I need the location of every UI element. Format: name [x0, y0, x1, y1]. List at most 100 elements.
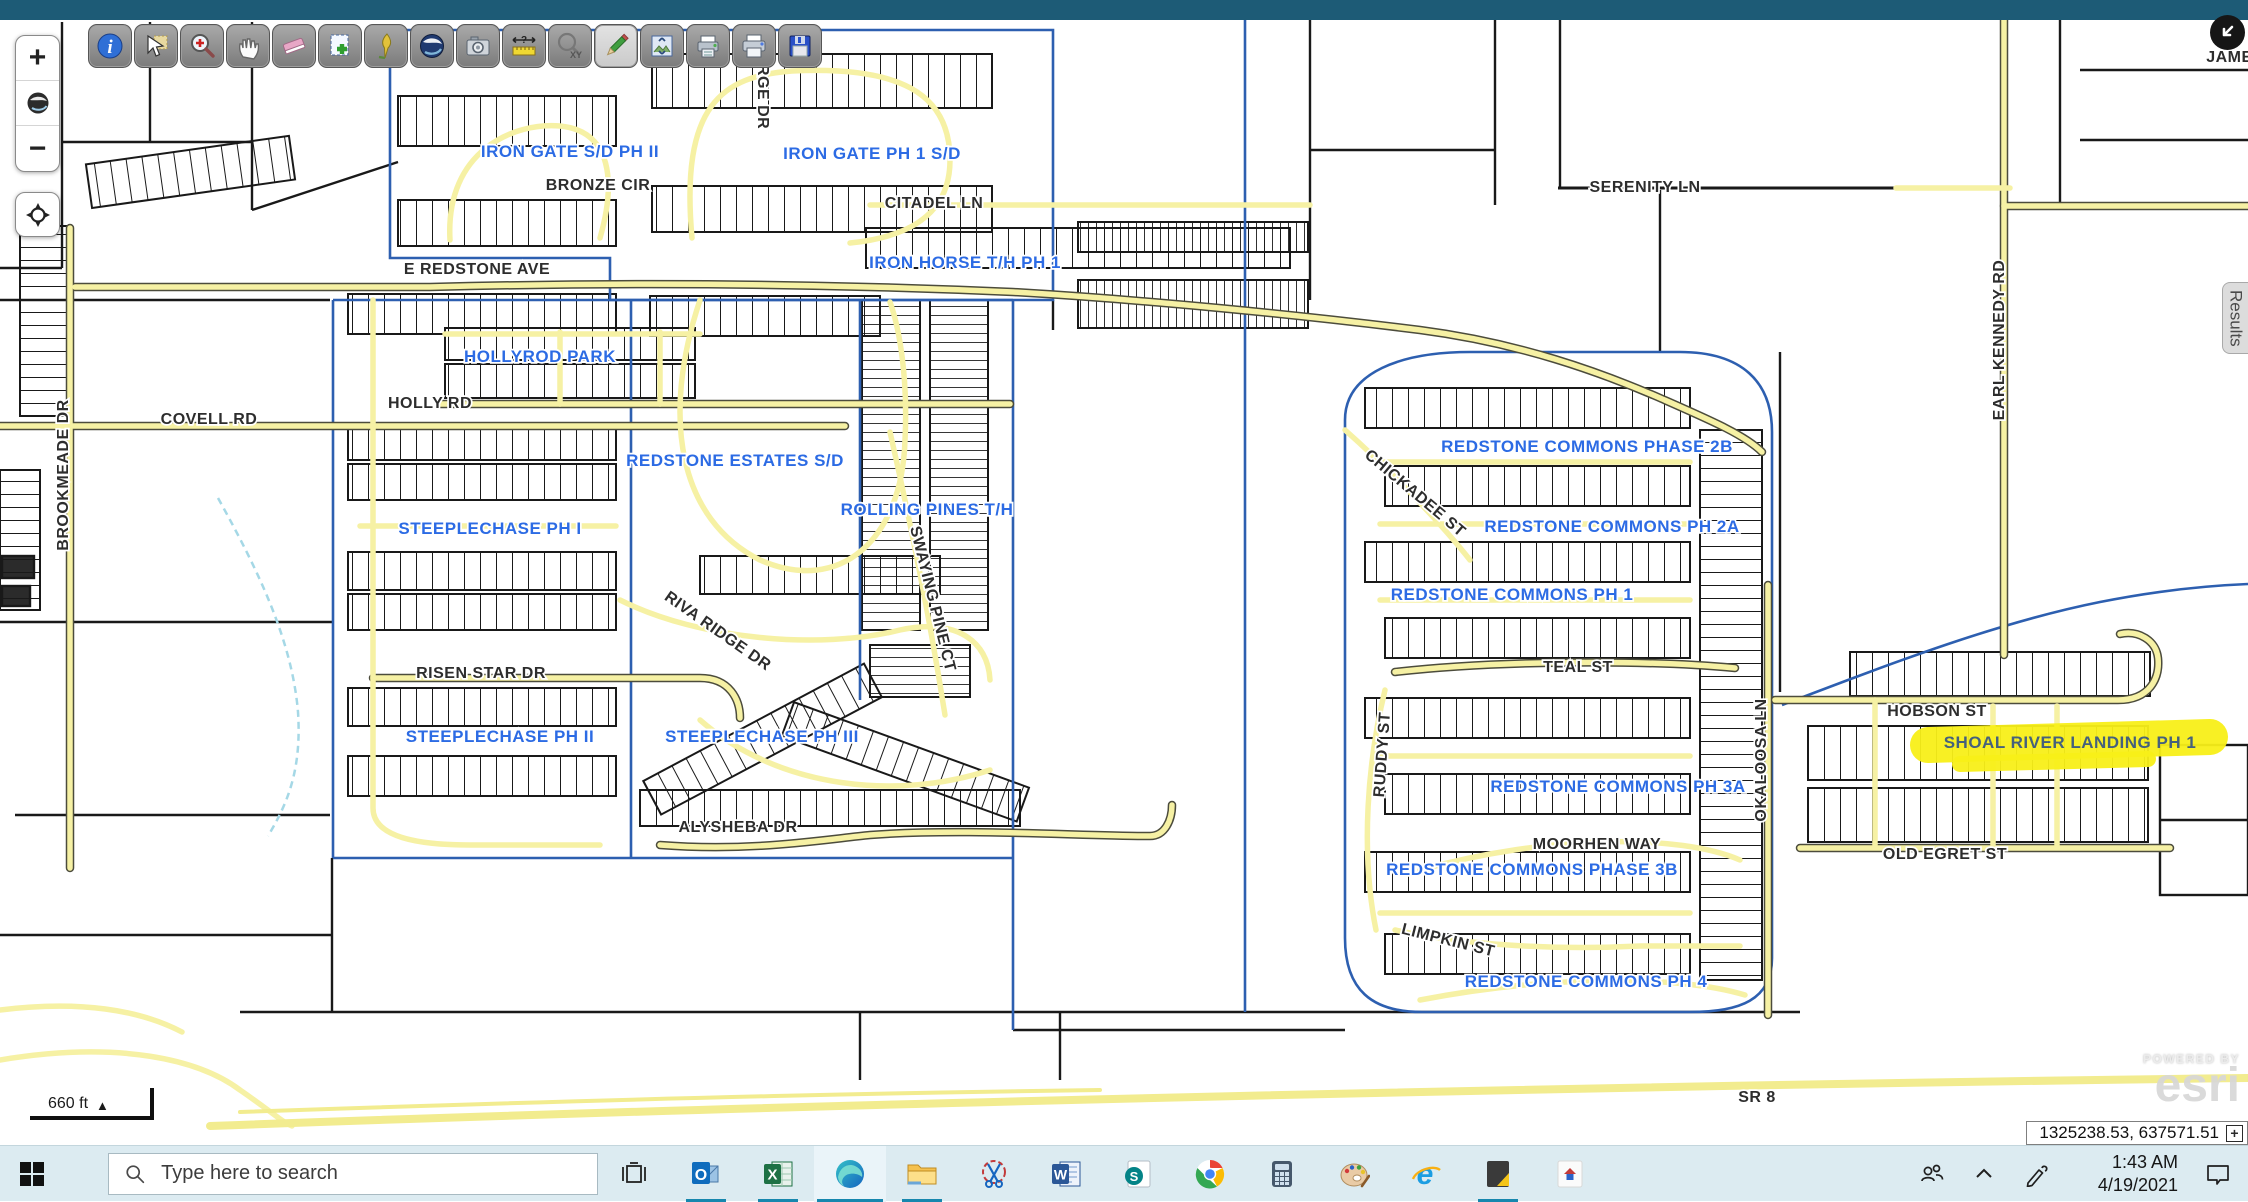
identify-button[interactable]: i	[88, 24, 132, 68]
app-light-home[interactable]	[1534, 1146, 1606, 1202]
zoom-out-control[interactable]: −	[16, 126, 59, 171]
export-image-button[interactable]	[640, 24, 684, 68]
zoom-in-button[interactable]	[180, 24, 224, 68]
task-view-button[interactable]	[598, 1146, 670, 1202]
app-internet-explorer[interactable]: e	[1390, 1146, 1462, 1202]
globe-view-button[interactable]	[410, 24, 454, 68]
screenshot-button[interactable]	[456, 24, 500, 68]
svg-text:X: X	[767, 1166, 777, 1183]
snipping-tool-icon	[978, 1158, 1010, 1190]
label-steeplechase-1: STEEPLECHASE PH I	[398, 519, 581, 538]
app-excel[interactable]: X	[742, 1146, 814, 1202]
label-redstone-estates: REDSTONE ESTATES S/D	[626, 451, 844, 470]
label-teal-st: TEAL ST	[1543, 659, 1613, 676]
task-view-icon	[621, 1161, 647, 1187]
windows-ink-pen-icon[interactable]	[2022, 1161, 2048, 1187]
zoom-to-xy-button[interactable]: XY	[548, 24, 592, 68]
results-tab[interactable]: Results	[2222, 282, 2248, 354]
printer-map-icon	[693, 31, 723, 61]
roads-yellow	[0, 20, 2248, 1126]
ie-icon: e	[1409, 1157, 1443, 1191]
app-sharepoint[interactable]: S	[1102, 1146, 1174, 1202]
app-chrome[interactable]	[1174, 1146, 1246, 1202]
app-file-explorer[interactable]	[886, 1146, 958, 1202]
label-commons-3b: REDSTONE COMMONS PHASE 3B	[1386, 860, 1678, 879]
edge-icon	[833, 1157, 867, 1191]
parcel-outlines	[0, 20, 2248, 1080]
sr8-road	[210, 1078, 2248, 1126]
label-citadel-ln: CITADEL LN	[885, 195, 984, 212]
zoom-in-icon	[187, 31, 217, 61]
pan-button[interactable]	[226, 24, 270, 68]
outlook-icon: O	[690, 1158, 722, 1190]
taskbar-clock[interactable]: 1:43 AM 4/19/2021	[2074, 1151, 2178, 1196]
label-holly-rd: HOLLY RD	[388, 395, 472, 412]
print-button[interactable]	[732, 24, 776, 68]
results-tab-label: Results	[2226, 290, 2246, 347]
image-extent-icon	[647, 31, 677, 61]
label-steeplechase-2: STEEPLECHASE PH II	[406, 727, 594, 746]
select-by-rectangle-button[interactable]	[134, 24, 178, 68]
sharepoint-icon: S	[1122, 1158, 1154, 1190]
draw-button[interactable]	[594, 24, 638, 68]
svg-text:?: ?	[521, 35, 527, 46]
print-preview-button[interactable]	[686, 24, 730, 68]
roads-casing	[0, 20, 2248, 1015]
label-old-egret-st: OLD EGRET ST	[1883, 846, 2007, 863]
coordinates-expand-button[interactable]: +	[2226, 1125, 2243, 1142]
label-serenity-ln: SERENITY LN	[1590, 179, 1701, 196]
excel-icon: X	[762, 1158, 794, 1190]
chevron-up-icon[interactable]	[1972, 1162, 1996, 1186]
app-snipping-tool[interactable]	[958, 1146, 1030, 1202]
app-dark-notes[interactable]	[1462, 1146, 1534, 1202]
save-button[interactable]	[778, 24, 822, 68]
plus-glyph: +	[2230, 1126, 2238, 1140]
erase-button[interactable]	[272, 24, 316, 68]
label-commons-2a: REDSTONE COMMONS PH 2A	[1484, 517, 1739, 536]
subdivision-labels: IRON GATE S/D PH II IRON GATE PH 1 S/D I…	[398, 142, 2196, 991]
windows-logo-icon	[19, 1161, 45, 1187]
app-edge[interactable]	[814, 1146, 886, 1202]
label-commons-4: REDSTONE COMMONS PH 4	[1465, 972, 1708, 991]
zoom-panel: + −	[15, 35, 60, 172]
label-commons-2b: REDSTONE COMMONS PHASE 2B	[1441, 437, 1733, 456]
camera-icon	[463, 31, 493, 61]
pushpin-icon	[371, 31, 401, 61]
label-sr8: SR 8	[1738, 1089, 1776, 1106]
collapse-results-button[interactable]	[2210, 15, 2245, 50]
label-covell-rd: COVELL RD	[161, 411, 258, 428]
search-input[interactable]	[159, 1161, 582, 1186]
zoom-in-glyph: +	[29, 41, 47, 75]
app-paint[interactable]	[1318, 1146, 1390, 1202]
windows-taskbar: O X	[0, 1145, 2248, 1201]
taskbar-search[interactable]	[108, 1153, 598, 1195]
zoom-in-control[interactable]: +	[16, 36, 59, 81]
floppy-save-icon	[785, 31, 815, 61]
app-word[interactable]: W	[1030, 1146, 1102, 1202]
people-icon[interactable]	[1918, 1160, 1946, 1188]
select-cursor-icon	[141, 31, 171, 61]
search-icon	[124, 1162, 146, 1186]
placemark-button[interactable]	[364, 24, 408, 68]
pan-hand-icon	[233, 31, 263, 61]
file-explorer-icon	[905, 1157, 939, 1191]
label-commons-1: REDSTONE COMMONS PH 1	[1391, 585, 1634, 604]
app-outlook[interactable]: O	[670, 1146, 742, 1202]
app-calculator[interactable]	[1246, 1146, 1318, 1202]
home-extent-control[interactable]	[16, 81, 59, 126]
light-app-icon	[1555, 1159, 1585, 1189]
svg-text:O: O	[695, 1167, 707, 1184]
start-button[interactable]	[0, 1146, 64, 1202]
locate-button[interactable]	[15, 192, 60, 237]
add-selection-button[interactable]	[318, 24, 362, 68]
label-rolling-pines: ROLLING PINES T/H	[841, 500, 1014, 519]
svg-text:e: e	[1417, 1158, 1434, 1191]
label-steeplechase-3: STEEPLECHASE PH III	[665, 727, 859, 746]
action-center-icon[interactable]	[2204, 1160, 2232, 1188]
paint-icon	[1338, 1158, 1370, 1190]
eraser-icon	[279, 31, 309, 61]
label-alysheba-dr: ALYSHEBA DR	[679, 819, 798, 836]
measure-button[interactable]: ?	[502, 24, 546, 68]
label-riva-ridge-dr: RIVA RIDGE DR	[661, 588, 774, 674]
map-canvas[interactable]: BRONZE CIR FORGE DR CITADEL LN E REDSTON…	[0, 0, 2248, 1145]
